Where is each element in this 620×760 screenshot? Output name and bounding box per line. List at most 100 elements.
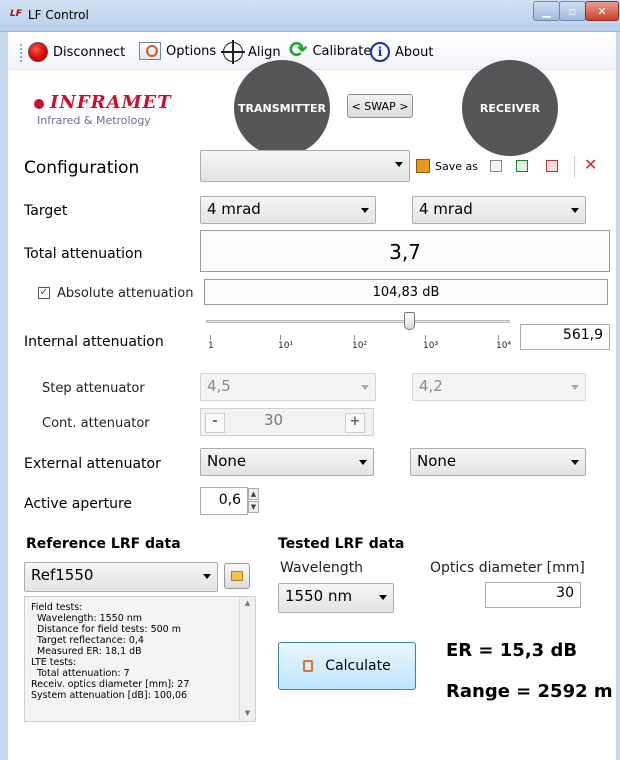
wavelength-select[interactable]: 1550 nm [278,583,394,613]
wavelength-label: Wavelength [280,560,364,576]
cont-attenuator-label: Cont. attenuator [42,416,150,431]
spin-up-icon[interactable]: ▲ [248,488,259,500]
target-select-right[interactable]: 4 mrad [412,196,586,224]
external-attenuator-select-left[interactable]: None [200,448,374,476]
info-line: Total attenuation: 7 [37,668,130,679]
chevron-down-icon [379,595,387,600]
calculate-label: Calculate [325,658,391,674]
align-button[interactable]: Align [221,40,281,64]
delete-config-icon[interactable]: ✕ [584,155,597,174]
internal-attenuation-slider-track[interactable] [206,320,510,323]
options-icon [139,42,161,60]
chevron-down-icon [571,460,579,465]
chevron-down-icon [395,162,403,167]
target-label: Target [24,203,68,219]
slider-tick-label: 10³ [423,335,439,351]
maximize-button[interactable]: ▫ [559,1,586,21]
info-line: Wavelength: 1550 nm [37,613,143,624]
new-config-icon[interactable] [490,160,502,172]
reference-info-box: Field tests: Wavelength: 1550 nm Distanc… [24,596,256,722]
title-bar: LF LF Control ▁ ▫ ✕ [0,0,620,32]
reference-select[interactable]: Ref1550 [24,562,218,592]
chevron-down-icon [359,460,367,465]
chevron-down-icon [571,208,579,213]
internal-attenuation-input[interactable]: 561,9 [520,324,610,350]
transmitter-button[interactable]: TRANSMITTER [234,60,330,156]
spin-down-icon[interactable]: ▼ [248,501,259,513]
total-attenuation-display: 3,7 [200,230,610,272]
step-attenuator-value-right: 4,2 [419,377,443,395]
info-line: LTE tests: [31,657,77,668]
info-line: Target reflectance: 0,4 [37,635,144,646]
wavelength-value: 1550 nm [285,587,353,605]
range-result: Range = 2592 m [446,681,613,702]
logo-dot-icon [34,99,44,109]
info-line: Receiv. optics diameter [mm]: 27 [31,679,190,690]
about-label: About [395,44,434,60]
step-attenuator-select-left[interactable]: 4,5 [200,373,376,401]
calculate-icon [303,660,314,672]
options-button[interactable]: Options [139,42,216,60]
reference-edit-button[interactable] [224,563,250,589]
logo-name: INFRAMET [50,92,172,113]
disconnect-button[interactable]: Disconnect [28,42,125,62]
info-icon: i [370,42,390,62]
calibrate-label: Calibrate [312,43,372,59]
cont-attenuator-plus-button[interactable]: + [345,413,365,433]
save-icon [416,159,430,173]
chevron-down-icon [203,574,211,579]
active-aperture-input[interactable]: 0,6 [200,487,248,515]
external-attenuator-value-left: None [207,452,247,470]
folder-icon [231,571,243,581]
slider-tick-label: 10² [352,335,368,351]
absolute-attenuation-display: 104,83 dB [204,279,608,305]
minimize-button[interactable]: ▁ [533,1,560,21]
target-value-right: 4 mrad [419,200,473,218]
save-as-label: Save as [435,159,478,173]
load-config-icon[interactable] [516,160,528,172]
external-attenuator-select-right[interactable]: None [410,448,586,476]
er-result: ER = 15,3 dB [446,640,578,661]
optics-diameter-input[interactable]: 30 [485,582,581,608]
internal-attenuation-label: Internal attenuation [24,334,164,350]
save-as-button[interactable]: Save as [416,159,478,173]
scroll-down-icon[interactable]: ▼ [240,709,255,717]
swap-button[interactable]: < SWAP > [347,94,413,118]
calculate-button[interactable]: Calculate [278,642,416,690]
configuration-select[interactable] [200,150,410,182]
info-scrollbar[interactable]: ▲ ▼ [239,597,255,721]
disconnect-label: Disconnect [53,44,126,60]
info-line: Measured ER: 18,1 dB [37,646,142,657]
internal-attenuation-slider-thumb[interactable] [404,312,415,330]
target-select-left[interactable]: 4 mrad [200,196,376,224]
export-config-icon[interactable] [546,160,558,172]
external-attenuator-value-right: None [417,452,457,470]
toolbar-grip-icon[interactable] [20,44,23,62]
calibrate-button[interactable]: ⟳ Calibrate [289,40,372,62]
external-attenuator-label: External attenuator [24,456,161,472]
align-label: Align [248,44,281,60]
close-window-button[interactable]: ✕ [585,1,619,21]
chevron-down-icon [571,385,579,390]
tested-title: Tested LRF data [278,536,405,552]
app-icon: LF [10,9,22,19]
chevron-down-icon [361,208,369,213]
step-attenuator-label: Step attenuator [42,381,145,396]
cont-attenuator-value: 30 [264,411,284,429]
scroll-up-icon[interactable]: ▲ [240,599,255,607]
configuration-label: Configuration [24,158,140,178]
absolute-attenuation-label: Absolute attenuation [57,286,194,301]
window-frame-left [0,32,8,760]
step-attenuator-value-left: 4,5 [207,377,231,395]
slider-tick-label: 10¹ [278,335,294,351]
absolute-attenuation-checkbox[interactable]: ✓ [38,287,50,299]
slider-tick-label: 10⁴ [496,335,512,351]
cont-attenuator-minus-button[interactable]: - [205,413,225,433]
about-button[interactable]: i About [370,42,433,62]
slider-tick-label: 1 [208,335,214,351]
receiver-button[interactable]: RECEIVER [462,60,558,156]
step-attenuator-select-right[interactable]: 4,2 [412,373,586,401]
optics-diameter-label: Optics diameter [mm] [430,560,585,576]
reference-title: Reference LRF data [26,536,181,552]
chevron-down-icon [361,385,369,390]
